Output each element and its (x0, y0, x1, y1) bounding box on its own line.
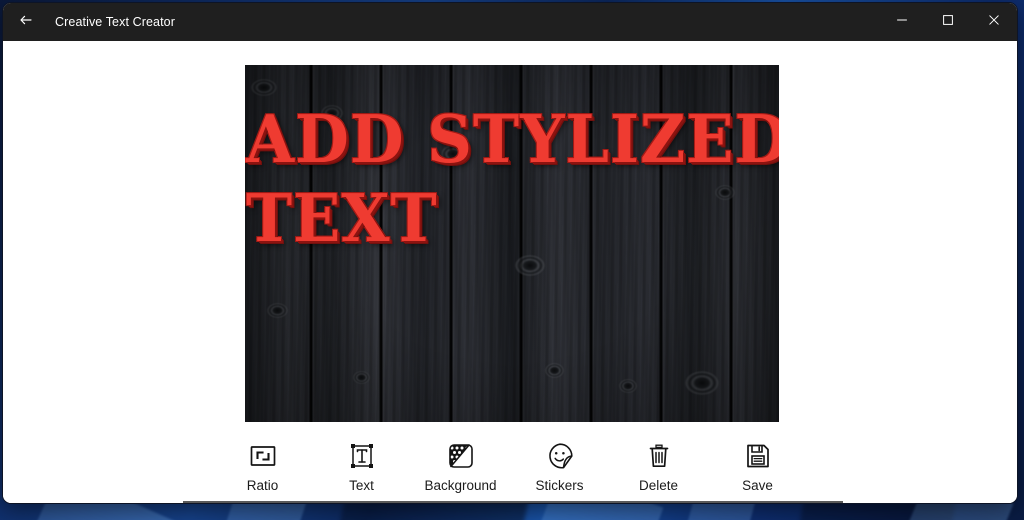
wood-knot (715, 185, 735, 200)
toolbar-label-background: Background (424, 478, 497, 493)
bottom-toolbar: Ratio Text Background Stickers Delete Sa… (3, 437, 1017, 503)
text-box-icon (345, 439, 379, 473)
toolbar-item-stickers[interactable]: Stickers (510, 437, 609, 503)
wood-knot (685, 371, 719, 395)
toolbar-item-save[interactable]: Save (708, 437, 807, 503)
toolbar-label-save: Save (742, 478, 773, 493)
minimize-button[interactable] (879, 3, 925, 41)
wood-knot (251, 79, 277, 96)
window-title: Creative Text Creator (55, 15, 175, 29)
client-area: ADD STYLIZED TEXT Ratio Text Background … (3, 41, 1017, 503)
wood-knot (545, 363, 564, 378)
titlebar: Creative Text Creator (3, 3, 1017, 41)
trash-icon (642, 439, 676, 473)
wood-knot (441, 145, 465, 163)
maximize-icon (942, 13, 954, 31)
editor-canvas[interactable]: ADD STYLIZED TEXT (245, 65, 779, 422)
close-icon (988, 13, 1000, 31)
floppy-save-icon (741, 439, 775, 473)
desktop-wallpaper: Creative Text Creator ADD STYLIZED TEXT … (0, 0, 1024, 520)
toolbar-item-background[interactable]: Background (411, 437, 510, 503)
wood-knot (515, 255, 545, 276)
editor-canvas-wrapper: ADD STYLIZED TEXT (245, 65, 779, 422)
wood-knot (267, 303, 288, 318)
toolbar-item-text[interactable]: Text (312, 437, 411, 503)
toolbar-label-stickers: Stickers (535, 478, 584, 493)
close-button[interactable] (971, 3, 1017, 41)
wood-knot (353, 371, 370, 384)
toolbar-label-text: Text (349, 478, 374, 493)
window-bottom-accent-line (183, 501, 843, 503)
app-window: Creative Text Creator ADD STYLIZED TEXT … (2, 2, 1018, 504)
toolbar-item-ratio[interactable]: Ratio (213, 437, 312, 503)
background-pattern-icon (444, 439, 478, 473)
wood-knot (321, 105, 343, 121)
toolbar-label-delete: Delete (638, 478, 679, 493)
maximize-button[interactable] (925, 3, 971, 41)
toolbar-label-ratio: Ratio (246, 478, 279, 493)
toolbar-item-delete[interactable]: Delete (609, 437, 708, 503)
crop-ratio-icon (246, 439, 280, 473)
titlebar-drag-region[interactable] (175, 3, 879, 41)
wood-knot (619, 379, 637, 393)
back-arrow-icon (18, 12, 34, 33)
minimize-icon (896, 13, 908, 31)
back-button[interactable] (3, 3, 49, 41)
sticker-smiley-icon (543, 439, 577, 473)
